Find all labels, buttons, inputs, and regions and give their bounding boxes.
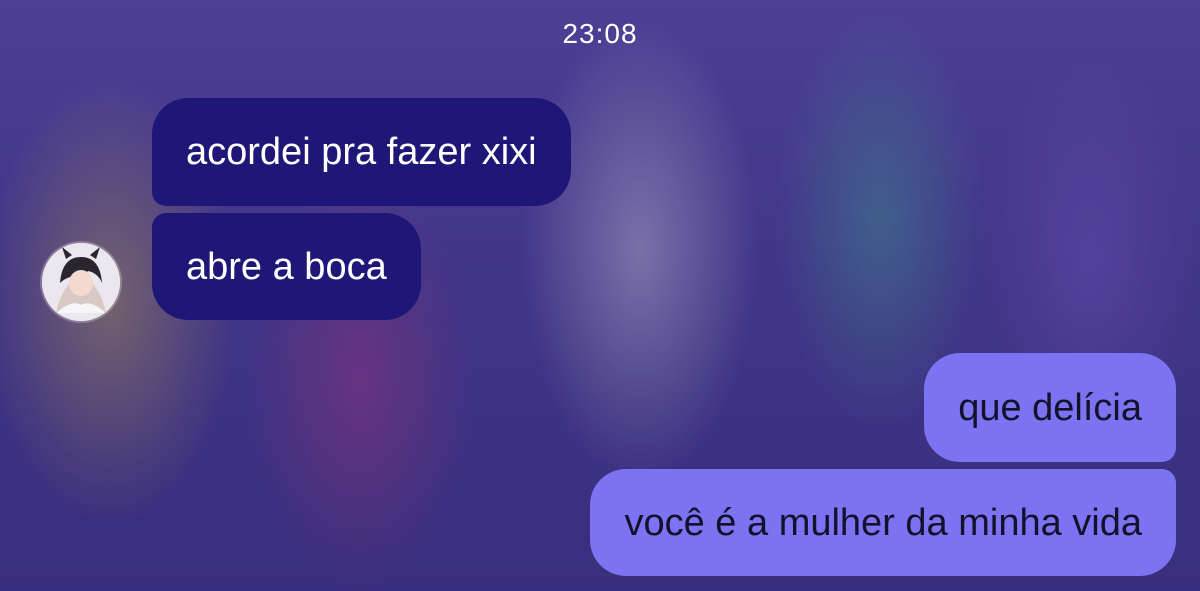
outgoing-message-bubble[interactable]: você é a mulher da minha vida — [590, 469, 1176, 576]
avatar-icon — [42, 243, 120, 321]
message-text: você é a mulher da minha vida — [624, 501, 1142, 544]
incoming-message-bubble[interactable]: abre a boca — [152, 213, 421, 320]
contact-avatar[interactable] — [42, 243, 120, 321]
incoming-message-bubble[interactable]: acordei pra fazer xixi — [152, 98, 571, 206]
outgoing-message-bubble[interactable]: que delícia — [924, 353, 1176, 462]
message-text: que delícia — [958, 386, 1142, 429]
timestamp: 23:08 — [562, 18, 638, 49]
message-text: abre a boca — [186, 245, 387, 288]
message-text: acordei pra fazer xixi — [186, 131, 537, 173]
